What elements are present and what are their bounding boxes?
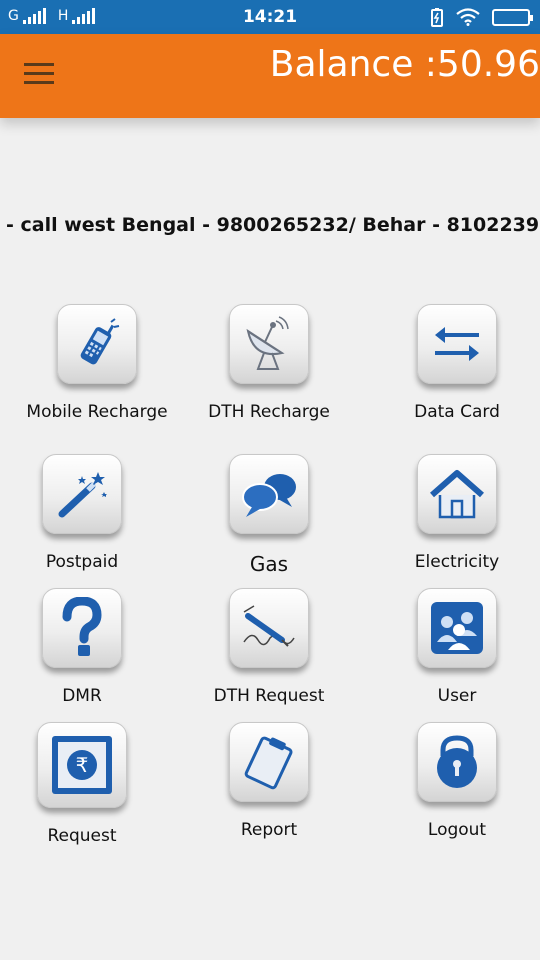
- chat-bubbles-icon: [229, 454, 309, 534]
- tile-dth-recharge[interactable]: DTH Recharge: [189, 304, 349, 422]
- wifi-icon: [456, 8, 480, 26]
- lock-icon: [417, 722, 497, 802]
- svg-text:₹: ₹: [76, 753, 89, 777]
- tile-data-card[interactable]: Data Card: [377, 304, 537, 422]
- tile-user[interactable]: User: [377, 588, 537, 706]
- tile-label: Postpaid: [45, 552, 119, 572]
- app-bar: Balance :50.96: [0, 34, 540, 118]
- tile-electricity[interactable]: Electricity: [377, 454, 537, 572]
- tile-label: Mobile Recharge: [26, 402, 168, 422]
- question-mark-icon: [42, 588, 122, 668]
- scrolling-notice: - call west Bengal - 9800265232/ Behar -…: [6, 214, 540, 236]
- tile-label: DTH Recharge: [208, 402, 330, 422]
- hamburger-icon[interactable]: [24, 63, 60, 87]
- tile-label: Report: [240, 820, 298, 840]
- tile-report[interactable]: Report: [189, 722, 349, 840]
- status-bar: G H 14:21: [0, 0, 540, 34]
- users-group-icon: [417, 588, 497, 668]
- satellite-dish-icon: [229, 304, 309, 384]
- tile-label: Electricity: [414, 552, 500, 572]
- tile-dth-request[interactable]: DTH Request: [189, 588, 349, 706]
- mobile-phone-icon: [57, 304, 137, 384]
- tile-label: DMR: [62, 686, 102, 706]
- rupee-icon: ₹: [37, 722, 127, 808]
- home-icon: [417, 454, 497, 534]
- status-icons: [430, 7, 533, 27]
- clipboard-icon: [229, 722, 309, 802]
- battery-saver-icon: [431, 8, 443, 27]
- balance-text: Balance :50.96: [269, 44, 540, 85]
- tile-label: Request: [47, 826, 117, 846]
- tile-label: Gas: [249, 552, 289, 576]
- battery-icon: [492, 8, 533, 26]
- tile-request[interactable]: ₹ Request: [2, 722, 162, 846]
- tile-label: Logout: [427, 820, 487, 840]
- tile-label: User: [437, 686, 477, 706]
- swap-arrows-icon: [417, 304, 497, 384]
- tile-label: DTH Request: [213, 686, 325, 706]
- tile-dmr[interactable]: DMR: [2, 588, 162, 706]
- tile-logout[interactable]: Logout: [377, 722, 537, 840]
- tile-postpaid[interactable]: Postpaid: [2, 454, 162, 572]
- tile-label: Data Card: [414, 402, 500, 422]
- signature-pen-icon: [229, 588, 309, 668]
- magic-wand-icon: [42, 454, 122, 534]
- tile-mobile-recharge[interactable]: Mobile Recharge: [17, 304, 177, 422]
- tile-gas[interactable]: Gas: [189, 454, 349, 576]
